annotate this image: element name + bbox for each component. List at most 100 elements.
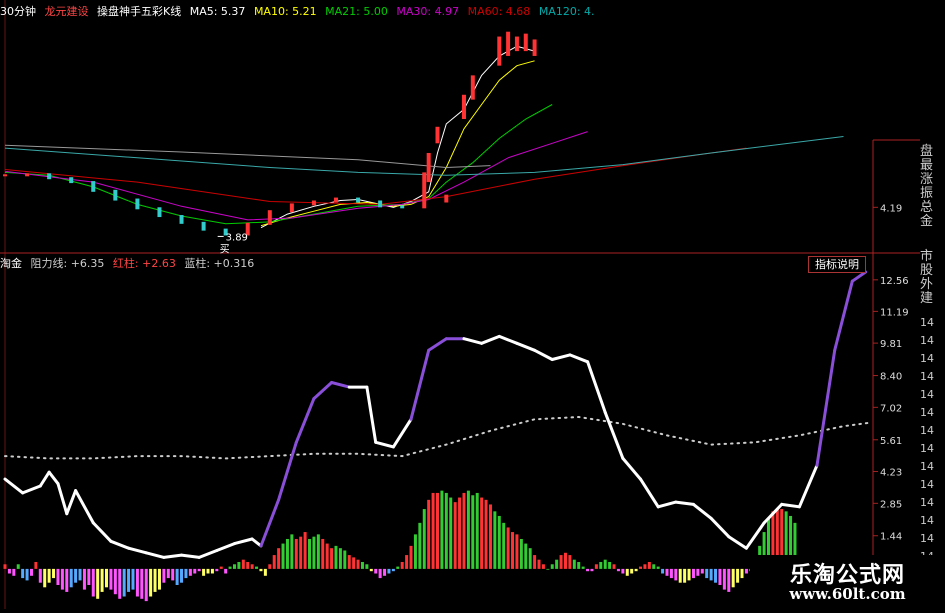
histogram-bar [365, 564, 369, 569]
indicator-tick-label: 8.40 [880, 372, 902, 383]
ma-line-ma5 [260, 45, 535, 229]
histogram-bar [228, 566, 232, 569]
histogram-bar [312, 536, 316, 569]
main-line-segment [56, 482, 69, 516]
indicator-help-button[interactable]: 指标说明 [808, 256, 866, 273]
histogram-bar [82, 568, 86, 590]
chart-canvas[interactable]: 4.19 3.89买 12.56 11.19 9.81 8.40 7.02 5.61 4.23 2… [0, 0, 945, 609]
main-line-segment [215, 542, 236, 552]
quote-label: 股 [920, 263, 934, 278]
histogram-bar [744, 568, 748, 574]
histogram-bar [153, 568, 157, 592]
histogram-bar [91, 568, 95, 597]
histogram-bar [431, 492, 435, 569]
time-sales-row: 14 [920, 442, 934, 455]
main-line-segment [550, 353, 572, 361]
indicator-tick-label: 12.56 [880, 276, 909, 287]
main-line-segment [586, 360, 607, 414]
histogram-bar [47, 568, 51, 583]
main-line-segment [259, 498, 281, 548]
main-line-segment [727, 535, 748, 550]
histogram-bar [383, 568, 387, 576]
ma60-label: MA60: 4.68 [467, 5, 531, 18]
main-line-segment [797, 463, 819, 509]
candle [523, 33, 528, 52]
histogram-bar [484, 499, 488, 569]
main-line-segment [277, 440, 298, 502]
histogram-bar [65, 568, 69, 592]
histogram-bar [347, 555, 351, 569]
main-line-segment [744, 521, 766, 550]
histogram-bar [502, 522, 506, 569]
histogram-bar [683, 568, 687, 583]
histogram-bar [524, 543, 528, 569]
histogram-bar [74, 568, 78, 583]
histogram-bar [669, 568, 673, 579]
watermark-url: www.60lt.com [789, 585, 906, 603]
main-line-segment [162, 553, 183, 559]
histogram-bar [69, 568, 73, 588]
histogram-bar [466, 490, 470, 569]
quote-panel-labels: 盘最涨振总金 [920, 145, 945, 229]
histogram-bar [78, 568, 82, 581]
main-line-segment [621, 456, 642, 481]
histogram-bar [639, 566, 643, 569]
price-tick-label: 4.19 [880, 203, 902, 214]
histogram-bar [56, 568, 60, 585]
main-line-segment [833, 279, 854, 352]
main-line-segment [65, 489, 78, 516]
main-line-segment [3, 477, 25, 495]
histogram-bar [678, 568, 682, 583]
candle [470, 75, 475, 100]
histogram-bar [105, 568, 109, 588]
ma-line-ma30 [4, 131, 588, 221]
watermark: 乐淘公式网 www.60lt.com [750, 555, 945, 609]
histogram-bar [396, 566, 400, 569]
histogram-bar [422, 509, 426, 569]
histogram-bar [722, 568, 726, 590]
histogram-bar [519, 538, 523, 569]
histogram-bar [458, 497, 462, 569]
low-price-label: 3.89 [226, 232, 248, 243]
main-line-segment [515, 341, 537, 352]
histogram-bar [140, 568, 144, 599]
period-label[interactable]: 30分钟 [0, 5, 36, 18]
histogram-bar [12, 568, 16, 576]
candle [135, 198, 140, 210]
histogram-bar [630, 568, 634, 574]
histogram-bar [285, 538, 289, 569]
histogram-bar [224, 568, 228, 574]
histogram-bar [175, 568, 179, 585]
histogram-bar [316, 534, 320, 569]
ma120-label: MA120: 4. [538, 5, 595, 18]
histogram-bar [16, 564, 20, 569]
candle [426, 152, 431, 183]
candle [356, 197, 361, 203]
main-line-segment [250, 537, 263, 548]
histogram-bar [696, 568, 700, 576]
histogram-bar [665, 568, 669, 576]
histogram-bar [250, 564, 254, 569]
main-line-segment [568, 353, 590, 364]
histogram-bar [21, 568, 25, 579]
histogram-bar [413, 534, 417, 569]
histogram-bar [586, 568, 590, 572]
histogram-bar [391, 568, 395, 572]
main-line-segment [427, 337, 448, 352]
histogram-bar [700, 568, 704, 574]
time-sales-row: 14 [920, 388, 934, 401]
main-line-segment [850, 270, 868, 283]
time-sales-row: 14 [920, 460, 934, 473]
main-line-segment [233, 537, 254, 546]
quote-label: 振 [920, 186, 934, 201]
ma10-label: MA10: 5.21 [253, 5, 317, 18]
histogram-bar [109, 568, 113, 590]
indicator-name: 操盘神手五彩K线 [97, 5, 182, 18]
main-line-segment [480, 334, 501, 345]
histogram-bar [497, 515, 501, 569]
main-line-segment [21, 484, 42, 495]
indicator-tick-label: 7.02 [880, 403, 902, 414]
candle [311, 200, 316, 206]
histogram-bar [568, 555, 572, 569]
histogram-bar [135, 568, 139, 597]
